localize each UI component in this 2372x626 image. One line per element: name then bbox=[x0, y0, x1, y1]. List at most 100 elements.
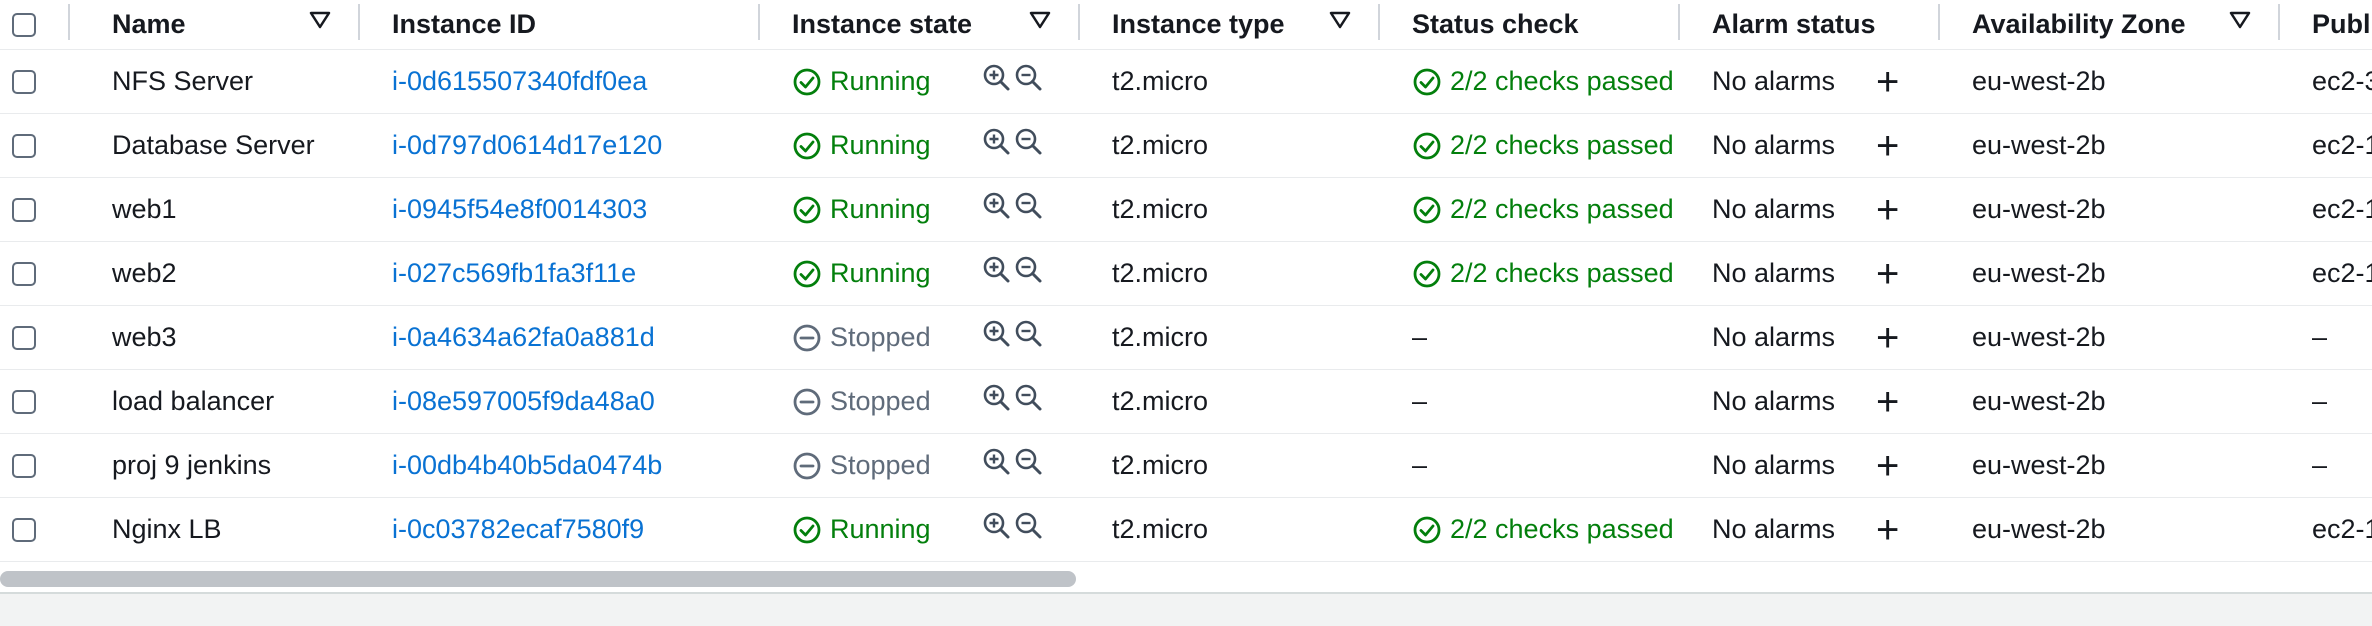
row-checkbox[interactable] bbox=[12, 325, 36, 350]
add-alarm-icon[interactable]: + bbox=[1876, 370, 1899, 433]
instance-id-link[interactable]: i-0a4634a62fa0a881d bbox=[392, 306, 655, 369]
instance-state: Stopped bbox=[792, 306, 931, 369]
status-check-label[interactable]: 2/2 checks passed bbox=[1450, 194, 1674, 225]
col-header-instance-id[interactable]: Instance ID bbox=[392, 0, 536, 49]
instance-state-label: Running bbox=[830, 194, 931, 224]
instances-table: Name Instance ID Instance state Instance… bbox=[0, 0, 2372, 562]
status-check-label[interactable]: 2/2 checks passed bbox=[1450, 66, 1674, 97]
add-alarm-icon[interactable]: + bbox=[1876, 242, 1899, 305]
instance-id-link[interactable]: i-027c569fb1fa3f11e bbox=[392, 242, 636, 305]
horizontal-scrollbar-thumb[interactable] bbox=[0, 571, 1076, 587]
zoom-in-icon[interactable] bbox=[982, 255, 1012, 292]
status-check-label[interactable]: 2/2 checks passed bbox=[1450, 258, 1674, 289]
add-alarm-icon[interactable]: + bbox=[1876, 306, 1899, 369]
instance-name: Nginx LB bbox=[112, 514, 222, 544]
col-header-availability-zone[interactable]: Availability Zone bbox=[1972, 0, 2186, 49]
add-alarm-icon[interactable]: + bbox=[1876, 178, 1899, 241]
zoom-in-icon[interactable] bbox=[982, 511, 1012, 548]
instance-id-link[interactable]: i-00db4b40b5da0474b bbox=[392, 434, 662, 497]
col-header-instance-state[interactable]: Instance state bbox=[792, 0, 972, 49]
status-check-label: – bbox=[1412, 322, 1428, 352]
alarm-status: No alarms bbox=[1712, 66, 1836, 96]
row-select-cell bbox=[12, 434, 36, 497]
table-row[interactable]: proj 9 jenkins i-00db4b40b5da0474b Stopp… bbox=[0, 434, 2372, 498]
zoom-in-icon[interactable] bbox=[982, 447, 1012, 484]
zoom-out-icon[interactable] bbox=[1014, 255, 1044, 292]
public-dns: – bbox=[2312, 386, 2328, 416]
zoom-controls bbox=[982, 242, 1044, 305]
public-dns: ec2-3 bbox=[2312, 66, 2372, 96]
instance-name: Database Server bbox=[112, 130, 315, 160]
instance-id-link[interactable]: i-0d797d0614d17e120 bbox=[392, 114, 662, 177]
check-circle-icon bbox=[1412, 67, 1442, 97]
status-check: 2/2 checks passed bbox=[1412, 242, 1674, 305]
instance-state: Running bbox=[792, 242, 931, 305]
check-circle-icon bbox=[792, 67, 822, 97]
instance-id-link[interactable]: i-08e597005f9da48a0 bbox=[392, 370, 655, 433]
availability-zone: eu-west-2b bbox=[1972, 386, 2106, 416]
zoom-out-icon[interactable] bbox=[1014, 127, 1044, 164]
zoom-out-icon[interactable] bbox=[1014, 63, 1044, 100]
instance-state-label: Running bbox=[830, 130, 931, 160]
add-alarm-icon[interactable]: + bbox=[1876, 498, 1899, 561]
table-row[interactable]: web3 i-0a4634a62fa0a881d Stopped t2.micr… bbox=[0, 306, 2372, 370]
instance-type: t2.micro bbox=[1112, 386, 1209, 416]
row-checkbox[interactable] bbox=[12, 453, 36, 478]
zoom-out-icon[interactable] bbox=[1014, 191, 1044, 228]
public-dns: ec2-1 bbox=[2312, 514, 2372, 544]
col-header-name[interactable]: Name bbox=[112, 0, 186, 49]
col-header-instance-type[interactable]: Instance type bbox=[1112, 0, 1285, 49]
row-checkbox[interactable] bbox=[12, 69, 36, 94]
zoom-in-icon[interactable] bbox=[982, 319, 1012, 356]
public-dns: ec2-1 bbox=[2312, 258, 2372, 288]
row-checkbox[interactable] bbox=[12, 133, 36, 158]
zoom-controls bbox=[982, 178, 1044, 241]
table-row[interactable]: load balancer i-08e597005f9da48a0 Stoppe… bbox=[0, 370, 2372, 434]
instance-type: t2.micro bbox=[1112, 66, 1209, 96]
instance-state-label: Stopped bbox=[830, 386, 931, 416]
row-select-cell bbox=[12, 114, 36, 177]
zoom-in-icon[interactable] bbox=[982, 127, 1012, 164]
zoom-controls bbox=[982, 114, 1044, 177]
zoom-in-icon[interactable] bbox=[982, 191, 1012, 228]
col-header-public[interactable]: Publ bbox=[2312, 0, 2371, 49]
col-header-alarm-status[interactable]: Alarm status bbox=[1712, 0, 1876, 49]
instance-id-link[interactable]: i-0c03782ecaf7580f9 bbox=[392, 498, 644, 561]
check-circle-icon bbox=[1412, 195, 1442, 225]
availability-zone: eu-west-2b bbox=[1972, 258, 2106, 288]
row-checkbox[interactable] bbox=[12, 197, 36, 222]
instance-id-link[interactable]: i-0d615507340fdf0ea bbox=[392, 50, 647, 113]
zoom-out-icon[interactable] bbox=[1014, 447, 1044, 484]
zoom-in-icon[interactable] bbox=[982, 63, 1012, 100]
add-alarm-icon[interactable]: + bbox=[1876, 434, 1899, 497]
row-checkbox[interactable] bbox=[12, 389, 36, 414]
add-alarm-icon[interactable]: + bbox=[1876, 50, 1899, 113]
add-alarm-icon[interactable]: + bbox=[1876, 114, 1899, 177]
check-circle-icon bbox=[1412, 515, 1442, 545]
instance-id-link[interactable]: i-0945f54e8f0014303 bbox=[392, 178, 647, 241]
zoom-out-icon[interactable] bbox=[1014, 511, 1044, 548]
zoom-controls bbox=[982, 370, 1044, 433]
status-check-label[interactable]: 2/2 checks passed bbox=[1450, 514, 1674, 545]
table-row[interactable]: Nginx LB i-0c03782ecaf7580f9 Running t2.… bbox=[0, 498, 2372, 562]
check-circle-icon bbox=[1412, 131, 1442, 161]
availability-zone: eu-west-2b bbox=[1972, 130, 2106, 160]
zoom-out-icon[interactable] bbox=[1014, 319, 1044, 356]
row-checkbox[interactable] bbox=[12, 517, 36, 542]
stopped-circle-icon bbox=[792, 387, 822, 417]
row-select-cell bbox=[12, 242, 36, 305]
table-row[interactable]: web1 i-0945f54e8f0014303 Running t2.micr… bbox=[0, 178, 2372, 242]
table-row[interactable]: Database Server i-0d797d0614d17e120 Runn… bbox=[0, 114, 2372, 178]
zoom-out-icon[interactable] bbox=[1014, 383, 1044, 420]
instance-state: Running bbox=[792, 498, 931, 561]
instance-state-label: Stopped bbox=[830, 322, 931, 352]
col-header-status-check[interactable]: Status check bbox=[1412, 0, 1579, 49]
table-row[interactable]: NFS Server i-0d615507340fdf0ea Running t… bbox=[0, 50, 2372, 114]
table-row[interactable]: web2 i-027c569fb1fa3f11e Running t2.micr… bbox=[0, 242, 2372, 306]
alarm-status: No alarms bbox=[1712, 386, 1836, 416]
select-all-checkbox[interactable] bbox=[12, 12, 36, 37]
zoom-in-icon[interactable] bbox=[982, 383, 1012, 420]
status-check-label[interactable]: 2/2 checks passed bbox=[1450, 130, 1674, 161]
row-select-cell bbox=[12, 306, 36, 369]
row-checkbox[interactable] bbox=[12, 261, 36, 286]
